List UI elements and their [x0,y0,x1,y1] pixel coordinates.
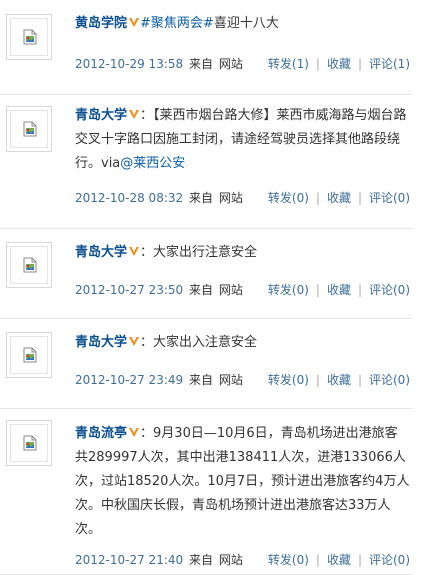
broken-image-icon [23,29,37,45]
separator: ： [140,426,154,441]
broken-image-icon [23,121,37,137]
avatar[interactable] [6,332,52,378]
avatar[interactable] [6,242,52,288]
comment-link[interactable]: 评论(0) [369,373,410,387]
post-content: 黄岛学院 #聚焦两会#喜迎十八大 [75,12,410,36]
post-text: 大家出行注意安全 [153,245,258,260]
mention-link[interactable]: @莱西公安 [120,156,185,171]
post-meta: 2012-10-27 23:50 来自 网站 转发(0) | 收藏 | 评论(0) [75,282,410,298]
post-text: 9月30日—10月6日，青岛机场进出港旅客共289997人次，其中出港13841… [75,426,410,537]
feed-item: 青岛流亭 ：9月30日—10月6日，青岛机场进出港旅客共289997人次，其中出港… [0,408,412,575]
post-meta: 2012-10-27 21:40 来自 网站 转发(0) | 收藏 | 评论(0) [75,552,410,568]
post-actions: 转发(0) | 收藏 | 评论(0) [267,191,410,205]
comment-link[interactable]: 评论(0) [369,283,410,297]
username-link[interactable]: 青岛大学 [75,245,127,260]
broken-image-icon [23,347,37,363]
vip-v-icon [129,337,140,346]
broken-image-icon [23,435,37,451]
feed-item: 青岛大学 ：大家出行注意安全 2012-10-27 23:50 来自 网站 转发(… [0,228,412,319]
repost-link[interactable]: 转发(1) [268,57,309,71]
comment-link[interactable]: 评论(0) [369,191,410,205]
feed-item: 青岛大学 ：大家出入注意安全 2012-10-27 23:49 来自 网站 转发(… [0,318,412,409]
username-link[interactable]: 黄岛学院 [75,16,127,31]
avatar[interactable] [6,106,52,152]
username-link[interactable]: 青岛大学 [75,108,127,123]
source-prefix: 来自 [188,191,213,205]
feed-item: 青岛大学 ：【莱西市烟台路大修】莱西市威海路与烟台路交叉十字路口因施工封闭，请途经… [0,94,412,229]
vip-v-icon [129,110,140,119]
repost-link[interactable]: 转发(0) [268,191,309,205]
comment-link[interactable]: 评论(1) [369,57,410,71]
avatar[interactable] [6,420,52,466]
post-content: 青岛大学 ：大家出行注意安全 [75,241,410,265]
post-content: 青岛大学 ：大家出入注意安全 [75,331,410,355]
repost-link[interactable]: 转发(0) [268,553,309,567]
source-prefix: 来自 [188,373,213,387]
post-text: 大家出入注意安全 [153,335,258,350]
post-actions: 转发(1) | 收藏 | 评论(1) [267,57,410,71]
repost-link[interactable]: 转发(0) [268,283,309,297]
post-text: 喜迎十八大 [213,16,279,31]
post-content: 青岛大学 ：【莱西市烟台路大修】莱西市威海路与烟台路交叉十字路口因施工封闭，请途经… [75,104,410,176]
vip-v-icon [129,247,140,256]
source-prefix: 来自 [188,553,213,567]
post-actions: 转发(0) | 收藏 | 评论(0) [267,373,410,387]
post-time[interactable]: 2012-10-27 21:40 [75,553,183,567]
post-time[interactable]: 2012-10-27 23:50 [75,283,183,297]
post-time[interactable]: 2012-10-27 23:49 [75,373,183,387]
vip-v-icon [129,18,140,27]
post-actions: 转发(0) | 收藏 | 评论(0) [267,283,410,297]
username-link[interactable]: 青岛流亭 [75,426,127,441]
post-time[interactable]: 2012-10-28 08:32 [75,191,183,205]
feed-item: 黄岛学院 #聚焦两会#喜迎十八大 2012-10-29 13:58 来自 网站 转… [0,0,412,95]
post-meta: 2012-10-27 23:49 来自 网站 转发(0) | 收藏 | 评论(0) [75,372,410,388]
collect-link[interactable]: 收藏 [327,283,351,297]
post-time[interactable]: 2012-10-29 13:58 [75,57,183,71]
source-label: 网站 [218,553,243,567]
separator: ： [140,335,154,350]
source-label: 网站 [218,57,243,71]
separator: ： [140,245,154,260]
avatar[interactable] [6,14,52,60]
vip-v-icon [129,428,140,437]
broken-image-icon [23,257,37,273]
source-label: 网站 [218,191,243,205]
post-meta: 2012-10-29 13:58 来自 网站 转发(1) | 收藏 | 评论(1) [75,56,410,72]
collect-link[interactable]: 收藏 [327,553,351,567]
source-prefix: 来自 [188,283,213,297]
separator: ： [140,108,154,123]
source-label: 网站 [218,283,243,297]
collect-link[interactable]: 收藏 [327,373,351,387]
collect-link[interactable]: 收藏 [327,191,351,205]
post-meta: 2012-10-28 08:32 来自 网站 转发(0) | 收藏 | 评论(0) [75,190,410,206]
source-label: 网站 [218,373,243,387]
source-prefix: 来自 [188,57,213,71]
username-link[interactable]: 青岛大学 [75,335,127,350]
comment-link[interactable]: 评论(0) [369,553,410,567]
repost-link[interactable]: 转发(0) [268,373,309,387]
post-actions: 转发(0) | 收藏 | 评论(0) [267,553,410,567]
topic-link[interactable]: #聚焦两会# [140,16,214,31]
post-content: 青岛流亭 ：9月30日—10月6日，青岛机场进出港旅客共289997人次，其中出港… [75,422,410,542]
collect-link[interactable]: 收藏 [327,57,351,71]
